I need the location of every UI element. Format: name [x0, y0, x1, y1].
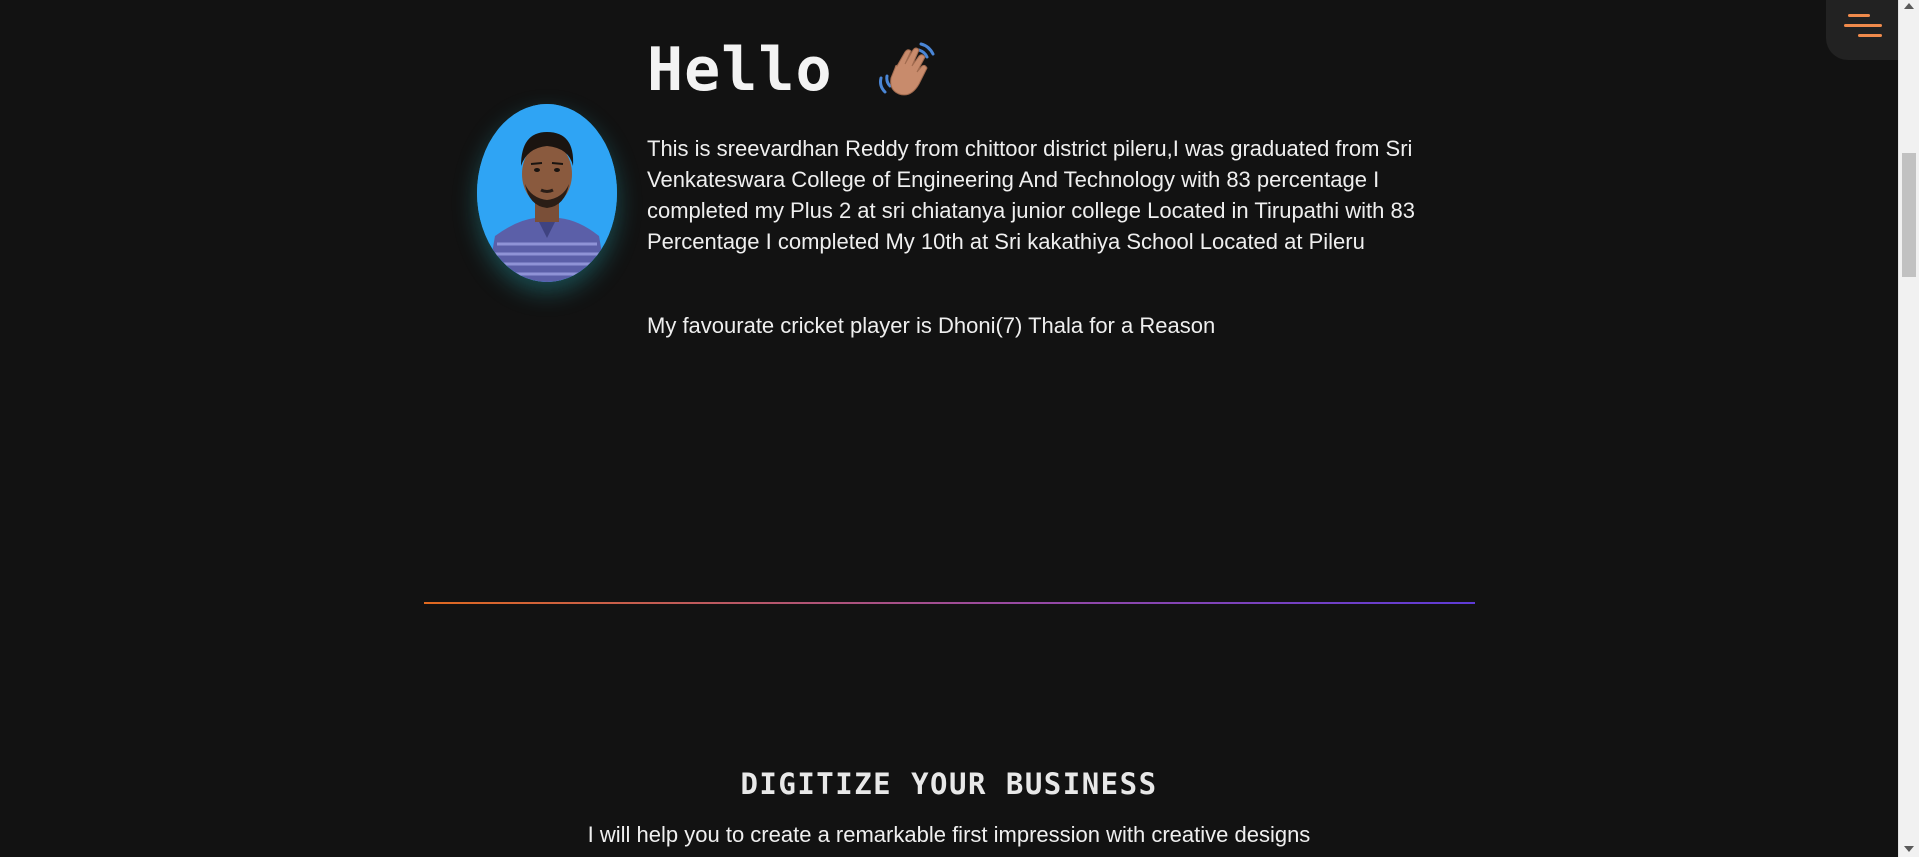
hello-heading-row: Hello	[647, 30, 939, 110]
services-title: DIGITIZE YOUR BUSINESS	[740, 767, 1158, 801]
scrollbar-thumb[interactable]	[1902, 153, 1916, 277]
profile-photo	[477, 104, 617, 282]
menu-button[interactable]	[1826, 0, 1904, 60]
scroll-up-arrow-icon[interactable]	[1904, 3, 1914, 9]
page: Hello This is sreevardhan Reddy from chi…	[0, 0, 1919, 857]
favourite-player-paragraph: My favourate cricket player is Dhoni(7) …	[647, 313, 1216, 338]
profile-avatar	[477, 104, 617, 282]
bio-paragraph: This is sreevardhan Reddy from chittoor …	[647, 136, 1415, 254]
page-scrollbar[interactable]	[1898, 0, 1919, 857]
hamburger-menu-icon	[1844, 14, 1882, 37]
services-subtitle: I will help you to create a remarkable f…	[587, 822, 1311, 847]
section-divider	[424, 602, 1475, 604]
scroll-down-arrow-icon[interactable]	[1904, 846, 1914, 852]
hello-title: Hello	[647, 35, 833, 105]
waving-hand-icon	[878, 42, 935, 96]
